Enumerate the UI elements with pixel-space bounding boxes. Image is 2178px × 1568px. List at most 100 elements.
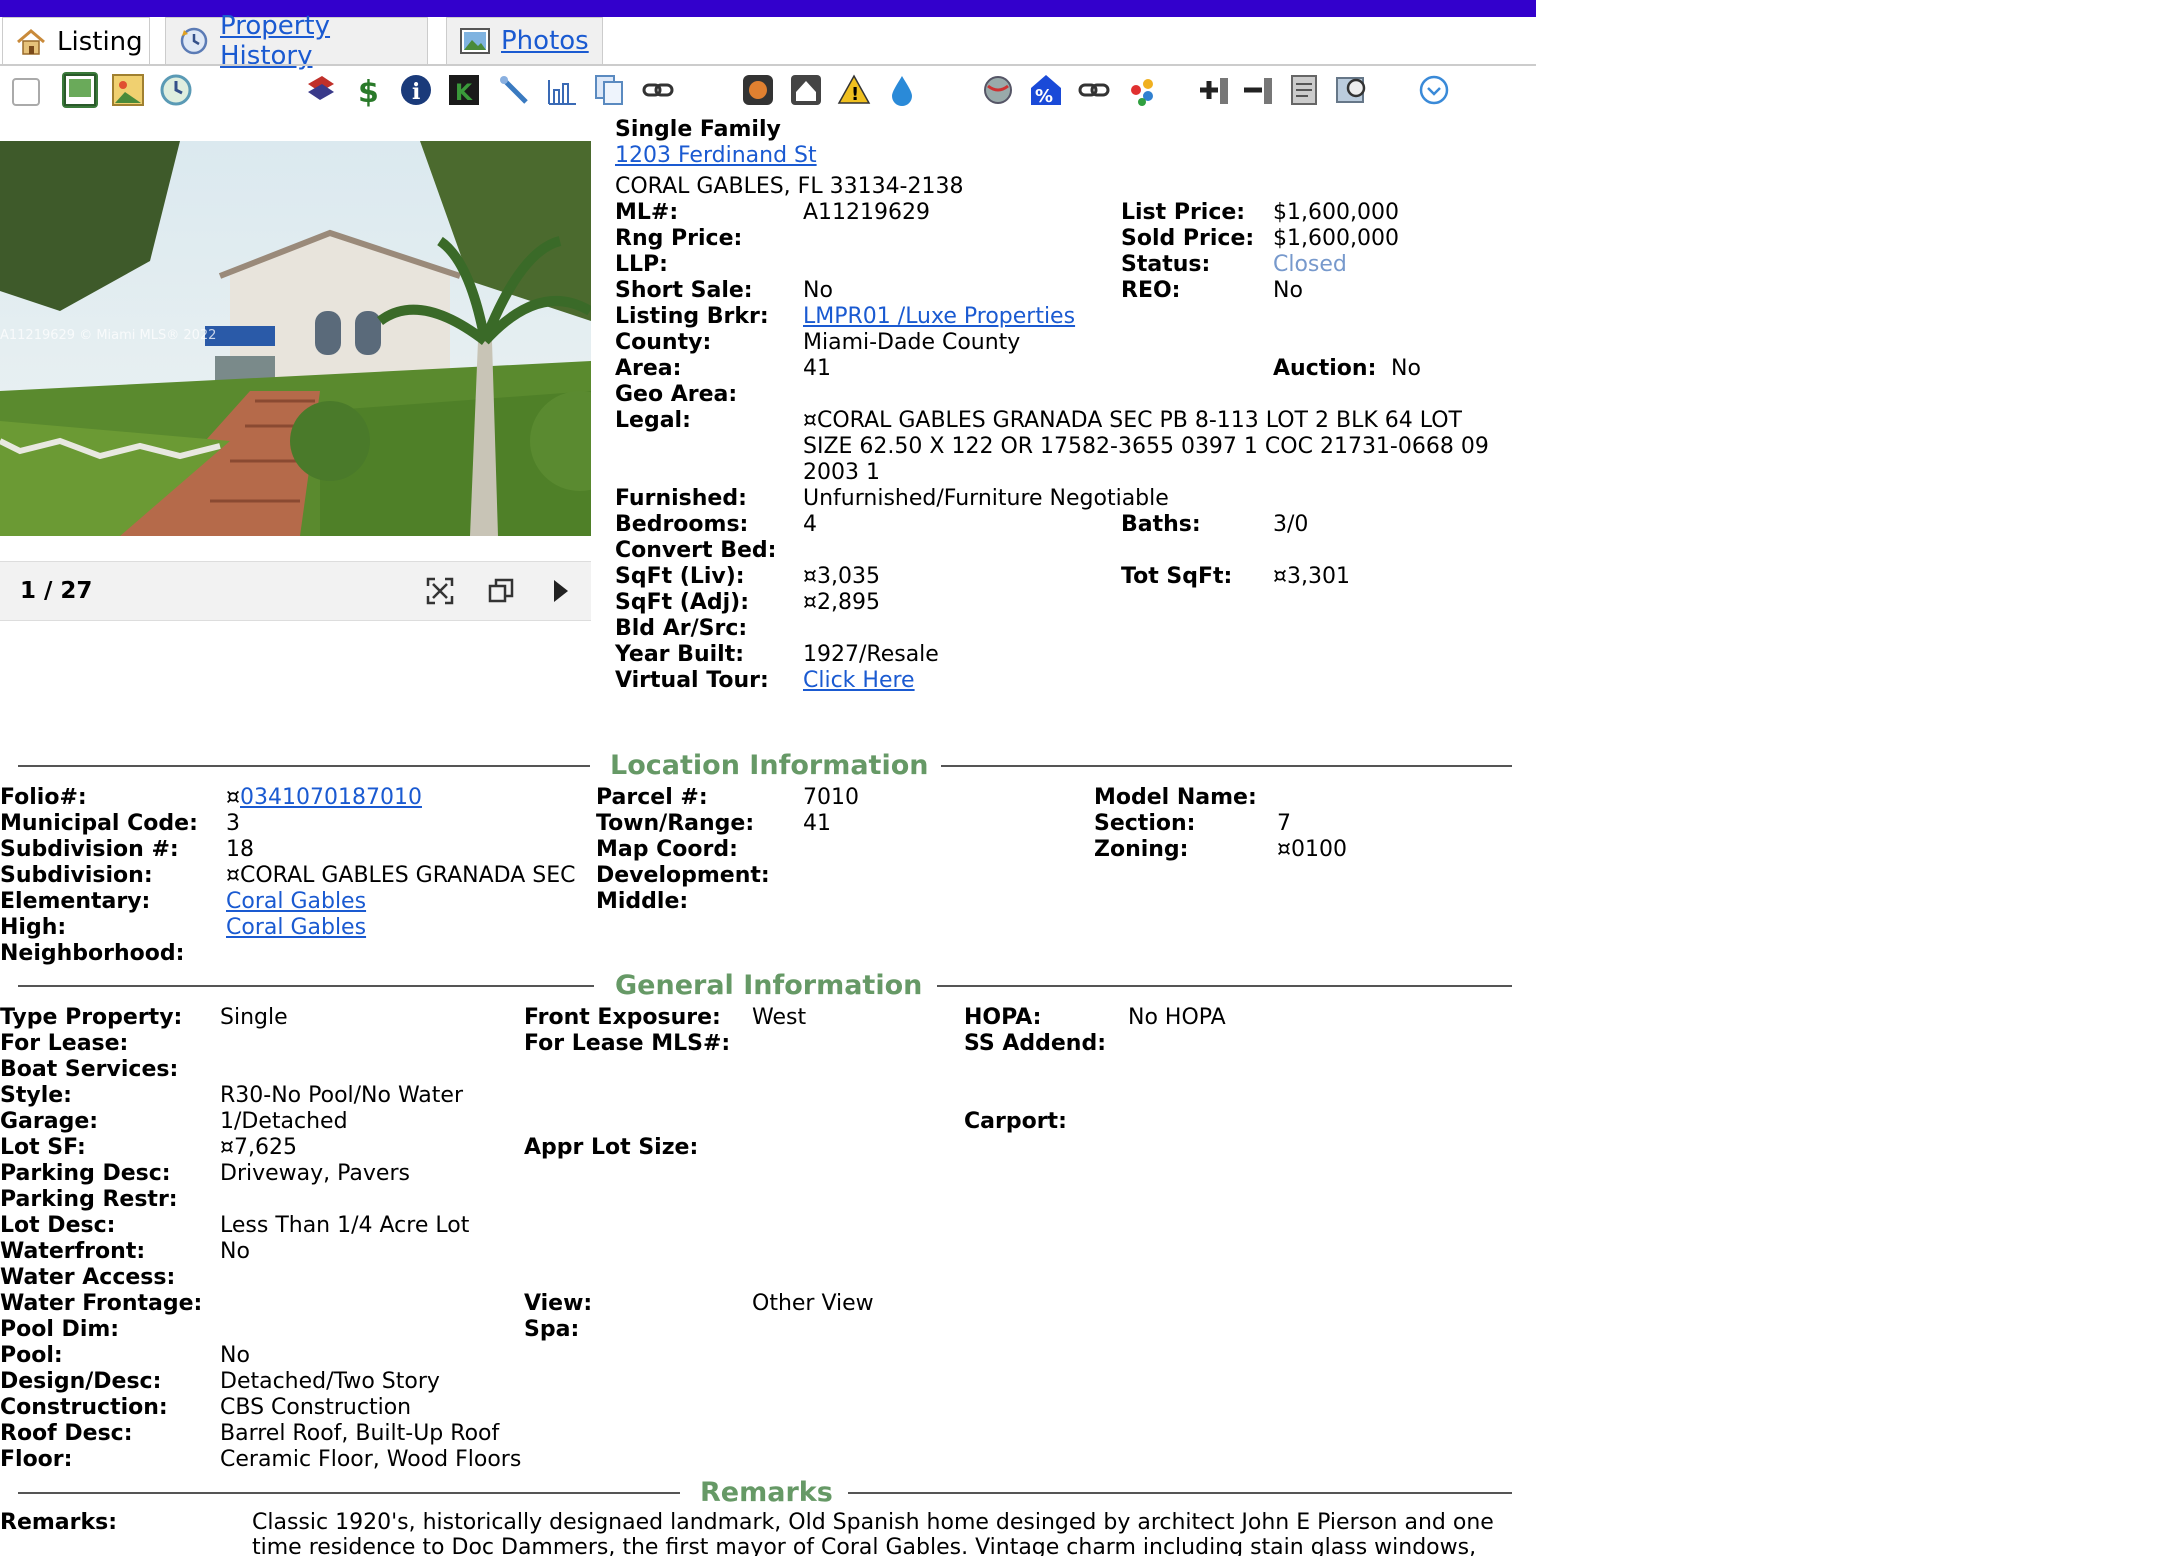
label-for-lease-mls: For Lease MLS#:	[524, 1031, 731, 1056]
listing-photo[interactable]: A11219629 © Miami MLS® 2022	[0, 141, 591, 536]
label-reo: REO:	[1121, 278, 1181, 303]
value-section: 7	[1277, 811, 1291, 836]
value-furnished: Unfurnished/Furniture Negotiable	[803, 486, 1169, 511]
label-high: High:	[0, 915, 67, 940]
bookmark-icon[interactable]	[740, 72, 776, 108]
value-waterfront: No	[220, 1239, 250, 1264]
label-parking-desc: Parking Desc:	[0, 1161, 171, 1186]
label-short-sale: Short Sale:	[615, 278, 753, 303]
virtual-tour-link[interactable]: Click Here	[803, 668, 915, 693]
label-furnished: Furnished:	[615, 486, 747, 511]
location-section-title: Location Information	[610, 750, 929, 781]
report-icon[interactable]	[1286, 72, 1322, 108]
globe-icon[interactable]	[980, 72, 1016, 108]
label-spa: Spa:	[524, 1317, 580, 1342]
photo-icon	[459, 26, 491, 56]
history-clock-icon	[178, 26, 210, 56]
label-tot-sqft: Tot SqFt:	[1121, 564, 1233, 589]
tools-icon[interactable]	[496, 72, 532, 108]
label-type-property: Type Property:	[0, 1005, 183, 1030]
label-bld-ar: Bld Ar/Src:	[615, 616, 748, 641]
label-convert-bed: Convert Bed:	[615, 538, 777, 563]
bar-chart-icon[interactable]	[544, 72, 580, 108]
house-icon	[15, 27, 47, 57]
value-legal-2: SIZE 62.50 X 122 OR 17582-3655 0397 1 CO…	[803, 434, 1489, 459]
label-listing-brkr: Listing Brkr:	[615, 304, 769, 329]
copy-icon[interactable]	[592, 72, 628, 108]
label-view: View:	[524, 1291, 593, 1316]
remarks-line-2: time residence to Doc Dammers, the first…	[252, 1535, 1477, 1556]
next-photo-icon[interactable]	[550, 577, 572, 609]
city-line: CORAL GABLES, FL 33134-2138	[615, 174, 964, 199]
label-ss-addend: SS Addend:	[964, 1031, 1107, 1056]
label-folio: Folio#:	[0, 785, 87, 810]
link-icon[interactable]	[640, 72, 676, 108]
refresh-clock-icon[interactable]	[158, 72, 194, 108]
warning-icon[interactable]: !	[836, 72, 872, 108]
map-layers-icon[interactable]	[302, 72, 338, 108]
home-square-icon[interactable]	[788, 72, 824, 108]
elementary-link[interactable]: Coral Gables	[226, 889, 366, 914]
tab-property-history[interactable]: Property History	[165, 11, 428, 71]
tab-listing[interactable]: Listing	[2, 17, 150, 66]
label-ml: ML#:	[615, 200, 679, 225]
gallery-icon[interactable]	[110, 72, 146, 108]
value-tot-sqft: ¤3,301	[1273, 564, 1350, 589]
water-drop-icon[interactable]	[884, 72, 920, 108]
label-waterfront: Waterfront:	[0, 1239, 146, 1264]
popout-icon[interactable]	[487, 577, 515, 609]
chain-link-icon[interactable]	[1076, 72, 1112, 108]
label-parking-restr: Parking Restr:	[0, 1187, 178, 1212]
address-link[interactable]: 1203 Ferdinand St	[615, 143, 817, 168]
label-appr-lot-size: Appr Lot Size:	[524, 1135, 699, 1160]
label-design-desc: Design/Desc:	[0, 1369, 162, 1394]
map-search-icon[interactable]	[1334, 72, 1370, 108]
property-type: Single Family	[615, 117, 781, 142]
folio-link[interactable]: 0341070187010	[240, 785, 422, 810]
expand-circle-icon[interactable]	[1416, 72, 1452, 108]
label-middle: Middle:	[596, 889, 689, 914]
zoom-out-icon[interactable]	[1240, 72, 1276, 108]
image-icon[interactable]	[62, 72, 98, 108]
high-school-link[interactable]: Coral Gables	[226, 915, 366, 940]
fullscreen-icon[interactable]	[425, 576, 455, 610]
label-neighborhood: Neighborhood:	[0, 941, 185, 966]
label-area: Area:	[615, 356, 682, 381]
label-pool-dim: Pool Dim:	[0, 1317, 120, 1342]
value-year-built: 1927/Resale	[803, 642, 939, 667]
tab-property-history-label[interactable]: Property History	[220, 11, 415, 71]
zoom-in-icon[interactable]	[1196, 72, 1232, 108]
label-sqft-liv: SqFt (Liv):	[615, 564, 745, 589]
label-lot-sf: Lot SF:	[0, 1135, 86, 1160]
svg-text:K: K	[455, 81, 473, 106]
value-county: Miami-Dade County	[803, 330, 1021, 355]
tab-photos[interactable]: Photos	[446, 17, 603, 64]
info-icon[interactable]: i	[398, 72, 434, 108]
value-short-sale: No	[803, 278, 833, 303]
label-elementary: Elementary:	[0, 889, 151, 914]
label-auction: Auction:	[1273, 356, 1377, 381]
percent-house-icon[interactable]: %	[1028, 72, 1064, 108]
remarks-text: Classic 1920's, historically designaed l…	[252, 1510, 1532, 1556]
label-baths: Baths:	[1121, 512, 1201, 537]
select-checkbox[interactable]	[12, 78, 40, 106]
value-bedrooms: 4	[803, 512, 817, 537]
value-type-property: Single	[220, 1005, 288, 1030]
value-baths: 3/0	[1273, 512, 1309, 537]
value-listing-brkr[interactable]: LMPR01 /Luxe Properties	[803, 304, 1075, 329]
value-legal-1: ¤CORAL GABLES GRANADA SEC PB 8-113 LOT 2…	[803, 408, 1462, 433]
value-design-desc: Detached/Two Story	[220, 1369, 440, 1394]
label-municipal-code: Municipal Code:	[0, 811, 198, 836]
tax-k-icon[interactable]: K	[446, 72, 482, 108]
value-hopa: No HOPA	[1128, 1005, 1226, 1030]
value-area: 41	[803, 356, 831, 381]
value-view: Other View	[752, 1291, 874, 1316]
label-legal: Legal:	[615, 408, 691, 433]
label-front-exposure: Front Exposure:	[524, 1005, 721, 1030]
value-list-price: $1,600,000	[1273, 200, 1399, 225]
share-pinwheel-icon[interactable]	[1124, 72, 1160, 108]
dollar-icon[interactable]: $	[350, 72, 386, 110]
label-list-price: List Price:	[1121, 200, 1246, 225]
tab-photos-label[interactable]: Photos	[501, 26, 589, 56]
label-county: County:	[615, 330, 712, 355]
